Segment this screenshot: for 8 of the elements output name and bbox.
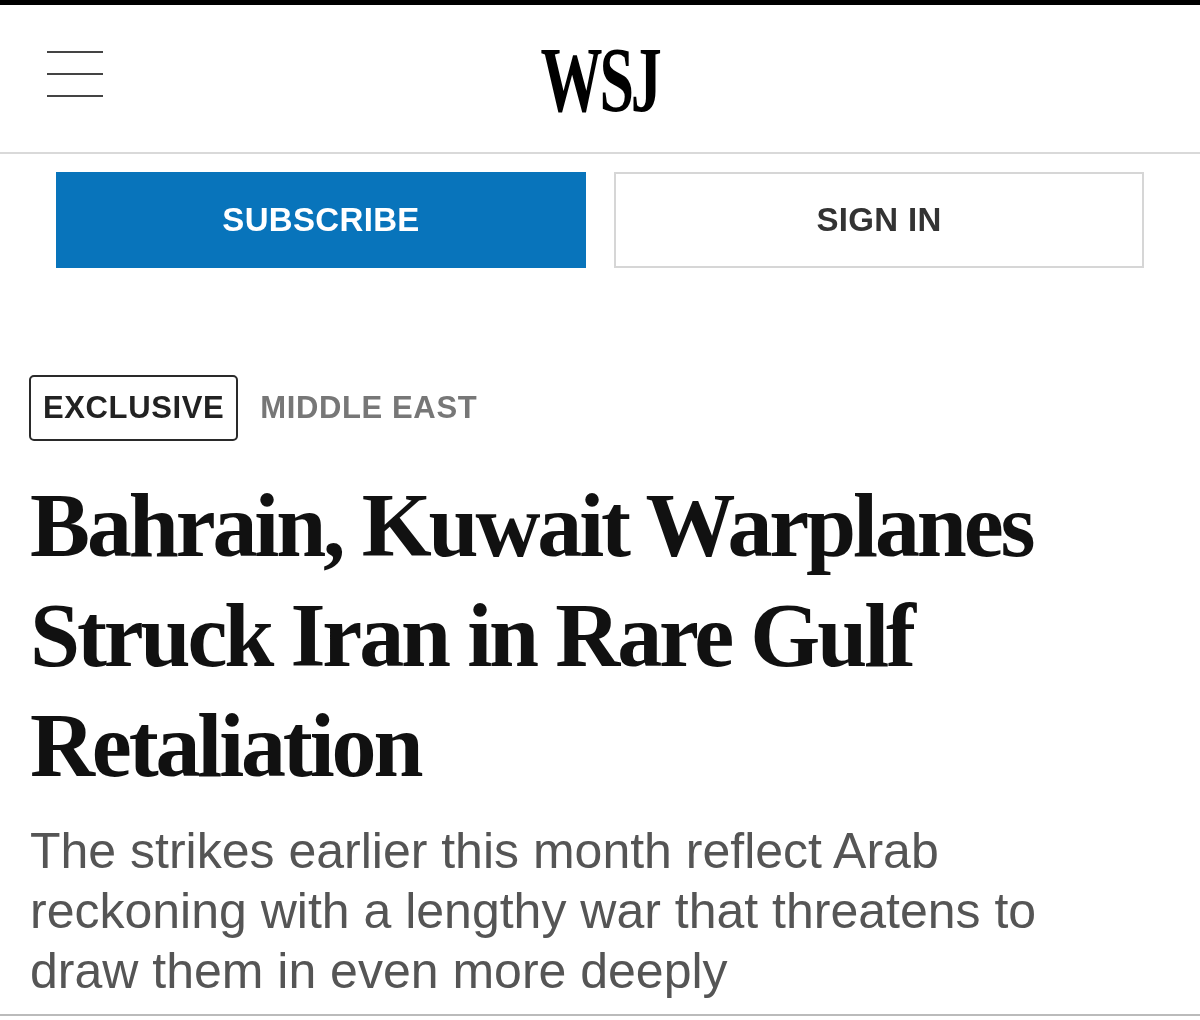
menu-icon[interactable] [47,51,103,97]
subscribe-button[interactable]: SUBSCRIBE [56,172,586,268]
sign-in-button[interactable]: SIGN IN [614,172,1144,268]
exclusive-tag: EXCLUSIVE [29,375,239,441]
section-label[interactable]: MIDDLE EAST [260,384,478,432]
headline: Bahrain, Kuwait Warplanes Struck Iran in Rare Gulf Retaliation [30,475,1034,797]
site-logo[interactable]: WSJ [536,31,664,126]
article-summary: The strikes earlier this month reflect Arab reckoning with a lengthy war that threatens to draw them in even more deeply [30,822,1038,1001]
